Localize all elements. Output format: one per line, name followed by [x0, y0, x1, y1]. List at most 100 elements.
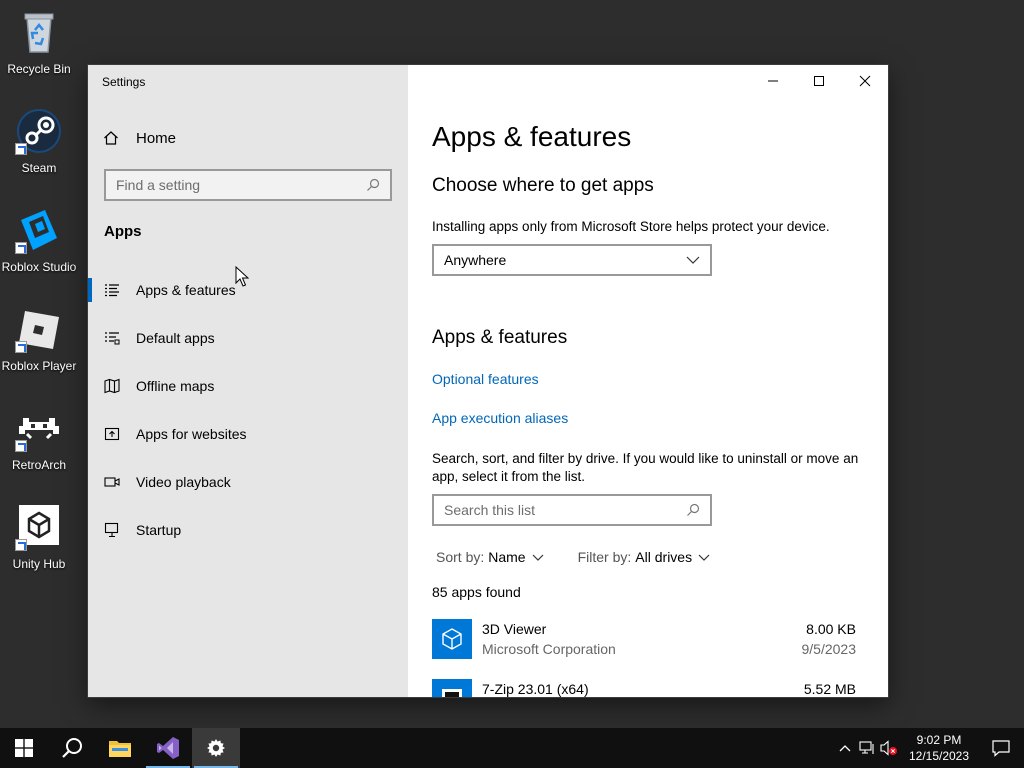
- maximize-icon: [814, 76, 824, 86]
- retroarch-icon: [15, 404, 63, 452]
- chevron-down-icon: [698, 554, 710, 561]
- video-icon: [104, 474, 120, 490]
- app-source-value: Anywhere: [444, 252, 507, 268]
- sidebar-item-startup[interactable]: Startup: [88, 506, 408, 554]
- chevron-down-icon: [686, 256, 700, 264]
- desktop-icon-label: Roblox Player: [1, 359, 77, 373]
- home-icon: [102, 130, 120, 146]
- action-center-button[interactable]: [978, 728, 1024, 768]
- roblox-studio-icon: [15, 206, 63, 254]
- desktop-icon-steam[interactable]: Steam: [0, 107, 78, 175]
- list-icon: [104, 282, 120, 298]
- sort-by-dropdown[interactable]: Sort by: Name: [436, 549, 544, 565]
- desktop-icon-label: Roblox Studio: [1, 260, 77, 274]
- find-setting-input[interactable]: Find a setting: [104, 169, 392, 201]
- web-apps-icon: [104, 426, 120, 442]
- filter-by-label: Filter by:: [577, 549, 632, 565]
- show-hidden-icons-button[interactable]: [834, 728, 856, 768]
- taskbar-clock[interactable]: 9:02 PM 12/15/2023: [900, 732, 978, 764]
- sidebar-item-apps-websites[interactable]: Apps for websites: [88, 410, 408, 458]
- mouse-cursor-icon: [235, 265, 250, 293]
- app-list-item[interactable]: 3D Viewer Microsoft Corporation 8.00 KB …: [432, 619, 856, 663]
- apps-features-heading: Apps & features: [432, 327, 568, 348]
- taskbar: 9:02 PM 12/15/2023: [0, 728, 1024, 768]
- network-icon: [859, 741, 874, 754]
- optional-features-link[interactable]: Optional features: [432, 371, 539, 387]
- shortcut-arrow-icon: [15, 539, 27, 551]
- desktop-icon-recycle-bin[interactable]: Recycle Bin: [0, 8, 78, 76]
- recycle-bin-icon: [15, 8, 63, 56]
- sidebar-item-label: Video playback: [136, 474, 231, 490]
- window-caption-buttons: [750, 65, 888, 97]
- folder-icon: [109, 741, 131, 757]
- app-list-item[interactable]: 7-Zip 23.01 (x64) 5.52 MB: [432, 679, 856, 697]
- search-button[interactable]: [48, 728, 96, 768]
- sidebar-item-label: Startup: [136, 522, 182, 538]
- home-label: Home: [136, 129, 177, 147]
- app-execution-aliases-link[interactable]: App execution aliases: [432, 410, 568, 426]
- visual-studio-icon: [157, 737, 179, 759]
- shortcut-arrow-icon: [15, 440, 27, 452]
- windows-logo-icon: [15, 739, 33, 757]
- unity-hub-icon: [15, 503, 63, 551]
- page-title: Apps & features: [432, 121, 632, 152]
- sidebar-item-video-playback[interactable]: Video playback: [88, 458, 408, 506]
- start-button[interactable]: [0, 728, 48, 768]
- search-list-input[interactable]: Search this list: [432, 494, 712, 526]
- filter-by-value: All drives: [635, 549, 693, 565]
- gear-icon: [207, 739, 225, 757]
- chevron-up-icon: [839, 745, 851, 752]
- app-source-dropdown[interactable]: Anywhere: [432, 244, 712, 276]
- sidebar-nav-list: Apps & features Default apps Offline map…: [88, 266, 408, 554]
- app-size: 8.00 KB: [806, 621, 856, 637]
- desktop-icon-unity-hub[interactable]: Unity Hub: [0, 503, 78, 571]
- sidebar-item-offline-maps[interactable]: Offline maps: [88, 362, 408, 410]
- find-setting-placeholder: Find a setting: [116, 177, 201, 193]
- window-title: Settings: [102, 75, 146, 89]
- settings-content: Apps & features Choose where to get apps…: [432, 65, 888, 697]
- search-icon: [687, 503, 700, 516]
- search-list-placeholder: Search this list: [444, 502, 536, 518]
- default-apps-icon: [104, 330, 120, 346]
- app-date: 9/5/2023: [801, 641, 857, 657]
- search-icon: [62, 738, 82, 758]
- close-icon: [859, 75, 871, 87]
- sidebar-item-label: Apps & features: [136, 282, 236, 298]
- desktop-icon-label: Steam: [21, 161, 57, 175]
- sidebar-item-label: Apps for websites: [136, 426, 247, 442]
- volume-button[interactable]: [878, 728, 900, 768]
- network-button[interactable]: [856, 728, 878, 768]
- desktop-icon-label: Unity Hub: [12, 557, 66, 571]
- filter-by-dropdown[interactable]: Filter by: All drives: [578, 549, 710, 565]
- desktop-icon-roblox-studio[interactable]: Roblox Studio: [0, 206, 78, 274]
- shortcut-arrow-icon: [15, 242, 27, 254]
- minimize-button[interactable]: [750, 65, 796, 97]
- sidebar-section-apps: Apps: [104, 223, 142, 240]
- shortcut-arrow-icon: [15, 341, 27, 353]
- minimize-icon: [768, 80, 778, 82]
- roblox-player-icon: [15, 305, 63, 353]
- taskbar-settings[interactable]: [192, 728, 240, 768]
- sort-by-label: Sort by:: [436, 549, 485, 565]
- settings-window: Settings Home Find a setting Apps Apps &…: [88, 65, 888, 697]
- taskbar-file-explorer[interactable]: [96, 728, 144, 768]
- sidebar-item-default-apps[interactable]: Default apps: [88, 314, 408, 362]
- settings-sidebar: Settings Home Find a setting Apps Apps &…: [88, 65, 408, 697]
- app-name: 3D Viewer: [482, 621, 547, 637]
- desktop-icon-retroarch[interactable]: RetroArch: [0, 404, 78, 472]
- close-button[interactable]: [842, 65, 888, 97]
- taskbar-visual-studio[interactable]: [144, 728, 192, 768]
- maximize-button[interactable]: [796, 65, 842, 97]
- clock-date: 12/15/2023: [908, 749, 970, 763]
- sort-filter-row: Sort by: Name Filter by: All drives: [436, 549, 710, 565]
- 7zip-icon: [432, 679, 472, 697]
- shortcut-arrow-icon: [15, 143, 27, 155]
- desktop-icon-roblox-player[interactable]: Roblox Player: [0, 305, 78, 373]
- sort-by-value: Name: [488, 549, 526, 565]
- app-size: 5.52 MB: [803, 681, 856, 697]
- sidebar-item-label: Default apps: [136, 330, 215, 346]
- search-description: Search, sort, and filter by drive. If yo…: [432, 451, 859, 484]
- volume-muted-icon: [880, 740, 897, 756]
- clock-time: 9:02 PM: [916, 733, 962, 747]
- home-nav-item[interactable]: Home: [102, 127, 176, 149]
